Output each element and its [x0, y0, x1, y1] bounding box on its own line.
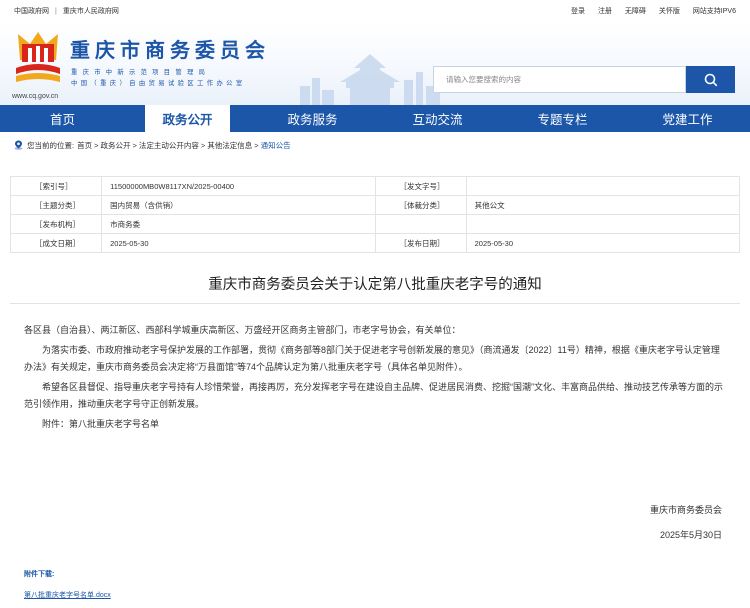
breadcrumb-separator: > — [94, 140, 99, 150]
table-row: ［索引号］ 11500000MB0W8117XN/2025-00400 ［发文字… — [9, 176, 741, 196]
table-row: ［发布机构］ 市商务委 — [9, 214, 741, 234]
link-gov-cn[interactable]: 中国政府网 — [14, 8, 49, 15]
nav-gov-services[interactable]: 政务服务 — [250, 105, 375, 132]
divider: | — [55, 8, 57, 15]
article-date: 2025年5月30日 — [659, 530, 722, 540]
register-link[interactable]: 注册 — [598, 8, 612, 15]
attachment-file-link[interactable]: 第八批重庆老字号名单.docx — [24, 590, 111, 600]
article-paragraph-2: 希望各区县督促、指导重庆老字号持有人珍惜荣誉，再接再厉，充分发挥老字号在建设自主… — [24, 382, 723, 409]
nav-special-topics[interactable]: 专题专栏 — [500, 105, 625, 132]
meta-key-index: ［索引号］ — [9, 176, 103, 196]
breadcrumb-home[interactable]: 首页 — [77, 140, 92, 151]
breadcrumb-separator: > — [132, 140, 137, 150]
nav-gov-affairs-public[interactable]: 政务公开 — [145, 105, 230, 132]
link-cq-gov[interactable]: 重庆市人民政府网 — [63, 8, 119, 15]
accessibility-link[interactable]: 无障碍 — [625, 8, 646, 15]
attachment-download-label: 附件下载: — [24, 571, 55, 578]
breadcrumb-gov-public[interactable]: 政务公开 — [100, 140, 130, 151]
article-attachment-note: 附件：第八批重庆老字号名单 — [42, 419, 160, 429]
meta-value-topic: 国内贸易（含供销） — [101, 195, 376, 215]
meta-key-publish-date: ［发布日期］ — [374, 233, 467, 253]
top-left-links: 中国政府网 | 重庆市人民政府网 — [14, 6, 119, 16]
article-signature: 重庆市商务委员会 — [649, 505, 722, 515]
login-link[interactable]: 登录 — [571, 8, 585, 15]
search-input[interactable]: 请输入您要搜索的内容 — [433, 66, 686, 93]
nav-interaction[interactable]: 互动交流 — [375, 105, 500, 132]
search-icon — [704, 73, 717, 86]
meta-value-publish-date: 2025-05-30 — [465, 233, 741, 253]
search-button[interactable] — [686, 66, 735, 93]
site-subtitle-1: 重庆市中新示范项目管理局 — [71, 69, 211, 76]
meta-value-publisher: 市商务委 — [101, 214, 376, 234]
meta-value-index: 11500000MB0W8117XN/2025-00400 — [101, 176, 376, 196]
meta-value-genre: 其他公文 — [465, 195, 741, 215]
care-mode-link[interactable]: 关怀版 — [659, 8, 680, 15]
meta-key-publisher: ［发布机构］ — [9, 214, 103, 234]
meta-key-written-date: ［成文日期］ — [9, 233, 103, 253]
table-row: ［成文日期］ 2025-05-30 ［发布日期］ 2025-05-30 — [9, 233, 741, 253]
meta-key-doc-number: ［发文字号］ — [374, 176, 467, 196]
nav-home[interactable]: 首页 — [0, 105, 125, 132]
breadcrumb-prefix: 您当前的位置: — [27, 140, 75, 150]
breadcrumb-separator: > — [200, 140, 206, 150]
ipv6-link[interactable]: 网站支持IPV6 — [693, 8, 736, 15]
breadcrumb: 您当前的位置: 首页 > 政务公开 > 法定主动公开内容 > 其他法定信息 > … — [0, 132, 750, 158]
nav-party-building[interactable]: 党建工作 — [625, 105, 750, 132]
logo-url: www.cq.gov.cn — [12, 93, 59, 100]
article-paragraph-1: 为落实市委、市政府推动老字号保护发展的工作部署，贯彻《商务部等8部门关于促进老字… — [24, 345, 720, 372]
top-utility-bar: 中国政府网 | 重庆市人民政府网 登录 注册 无障碍 关怀版 网站支持IPV6 — [0, 0, 750, 22]
article-title: 重庆市商务委员会关于认定第八批重庆老字号的通知 — [208, 277, 542, 293]
skyline-illustration — [300, 54, 440, 105]
meta-value-empty — [465, 214, 741, 234]
meta-value-doc-number — [465, 176, 741, 196]
article-addressee: 各区县（自治县）、两江新区、西部科学城重庆高新区、万盛经开区商务主管部门，市老字… — [24, 325, 461, 335]
document-meta-table: ［索引号］ 11500000MB0W8117XN/2025-00400 ［发文字… — [9, 176, 741, 253]
site-title[interactable]: 重庆市商务委员会 — [70, 34, 270, 63]
article-body: 各区县（自治县）、两江新区、西部科学城重庆高新区、万盛经开区商务主管部门，市老字… — [24, 322, 724, 436]
meta-key-empty — [374, 214, 467, 234]
table-row: ［主题分类］ 国内贸易（含供销） ［体裁分类］ 其他公文 — [9, 195, 741, 215]
main-nav: 首页 政务公开 政务服务 互动交流 专题专栏 党建工作 — [0, 105, 750, 132]
breadcrumb-notice[interactable]: 通知公告 — [261, 140, 291, 151]
top-right-links: 登录 注册 无障碍 关怀版 网站支持IPV6 — [560, 6, 736, 16]
meta-key-topic: ［主题分类］ — [9, 195, 103, 215]
article-signature-block: 重庆市商务委员会 2025年5月30日 — [650, 498, 722, 548]
breadcrumb-other-info[interactable]: 其他法定信息 — [207, 140, 252, 151]
location-pin-icon — [14, 140, 23, 150]
meta-value-written-date: 2025-05-30 — [101, 233, 376, 253]
logo-emblem[interactable] — [12, 30, 64, 88]
breadcrumb-separator: > — [254, 140, 259, 150]
breadcrumb-statutory[interactable]: 法定主动公开内容 — [139, 140, 199, 151]
meta-key-genre: ［体裁分类］ — [374, 195, 467, 215]
title-divider — [10, 303, 740, 304]
site-subtitle-2: 中国（重庆）自由贸易试验区工作办公室 — [71, 80, 246, 87]
site-header: www.cq.gov.cn 重庆市商务委员会 重庆市中新示范项目管理局 中国（重… — [0, 22, 750, 105]
